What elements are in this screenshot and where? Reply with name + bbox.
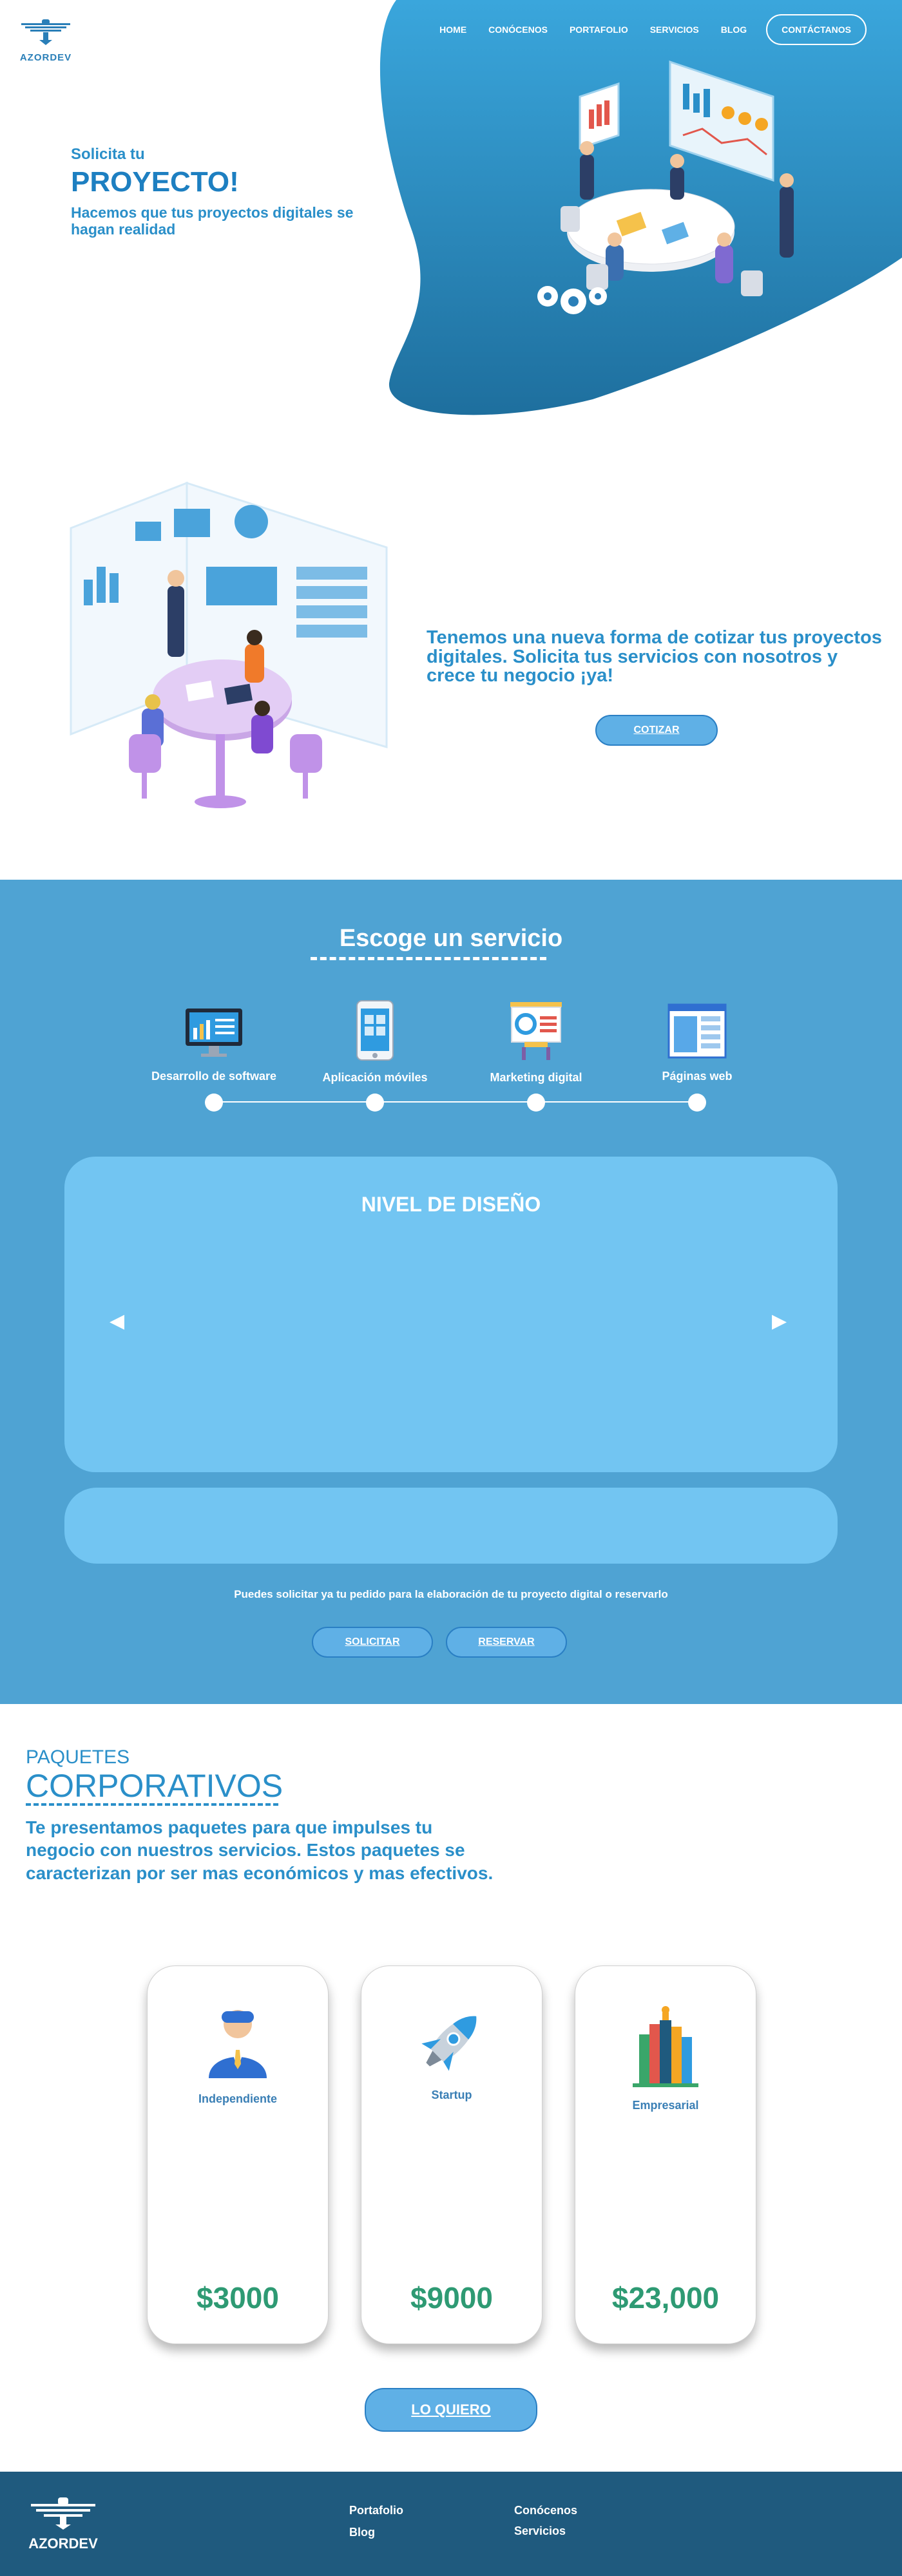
packages-title: CORPORATIVOS — [26, 1768, 283, 1804]
timeline-step-2[interactable] — [366, 1094, 384, 1112]
services-section: Escoge un servicio Desarrollo de softwar… — [0, 880, 902, 1704]
footer: AZORDEV Portafolio Blog Conócenos Servic… — [0, 2472, 902, 2576]
next-arrow-icon[interactable]: ▶ — [772, 1310, 787, 1332]
service-web[interactable]: Páginas web — [620, 1002, 774, 1083]
eagle-logo-icon — [21, 19, 70, 45]
nav-portafolio[interactable]: PORTAFOLIO — [570, 24, 628, 35]
monitor-chart-icon — [186, 1009, 242, 1057]
service-software[interactable]: Desarrollo de software — [137, 1006, 291, 1083]
timeline-step-3[interactable] — [527, 1094, 545, 1112]
smartphone-icon — [356, 1000, 394, 1061]
card-icon-wrap — [361, 2002, 542, 2079]
hero-kicker: Solicita tu — [71, 146, 145, 163]
timeline-step-4[interactable] — [688, 1094, 706, 1112]
rocket-icon — [421, 2016, 477, 2071]
footer-link-servicios[interactable]: Servicios — [514, 2524, 566, 2538]
quote-text: Tenemos una nueva forma de cotizar tus p… — [427, 627, 882, 687]
brand-logo[interactable]: AZORDEV — [17, 17, 75, 63]
footer-link-blog[interactable]: Blog — [349, 2526, 375, 2539]
contact-button[interactable]: CONTÁCTANOS — [766, 14, 867, 45]
reservar-button[interactable]: RESERVAR — [446, 1627, 567, 1658]
packages-title-underline — [26, 1803, 278, 1806]
service-marketing[interactable]: Marketing digital — [459, 999, 613, 1084]
package-price: $9000 — [410, 2281, 493, 2315]
eagle-logo-icon — [31, 2497, 95, 2530]
service-label: Aplicación móviles — [322, 1071, 428, 1084]
services-title-underline — [311, 957, 546, 960]
brand-name: AZORDEV — [19, 52, 72, 63]
selection-summary-panel — [64, 1488, 838, 1564]
hero-text: Solicita tu PROYECTO! Hacemos que tus pr… — [71, 146, 367, 238]
solicitar-button[interactable]: SOLICITAR — [312, 1627, 433, 1658]
nav-servicios[interactable]: SERVICIOS — [650, 24, 699, 35]
footer-brand-name: AZORDEV — [28, 2535, 98, 2552]
nav-blog[interactable]: BLOG — [721, 24, 747, 35]
businessman-icon — [209, 2010, 267, 2078]
hero-subtitle: Hacemos que tus proyectos digitales se h… — [71, 204, 354, 238]
package-name: Startup — [431, 2088, 472, 2101]
lo-quiero-button[interactable]: LO QUIERO — [365, 2388, 537, 2432]
service-label: Marketing digital — [490, 1071, 582, 1084]
package-card-empresarial[interactable]: Empresarial $23,000 — [575, 1965, 756, 2344]
footer-logo[interactable]: AZORDEV — [24, 2495, 102, 2552]
package-price: $3000 — [197, 2281, 279, 2315]
package-card-independiente[interactable]: Independiente $3000 — [147, 1965, 329, 2344]
package-name: Empresarial — [632, 2099, 699, 2112]
order-note: Puedes solicitar ya tu pedido para la el… — [234, 1588, 668, 1600]
packages-description: Te presentamos paquetes para que impulse… — [26, 1817, 494, 1883]
footer-link-conocenos[interactable]: Conócenos — [514, 2504, 577, 2517]
card-icon-wrap — [575, 2005, 756, 2088]
design-level-panel: NIVEL DE DISEÑO ◀ ▶ — [64, 1157, 838, 1472]
packages-kicker: PAQUETES — [26, 1747, 130, 1768]
package-name: Independiente — [198, 2092, 277, 2105]
nav-conocenos[interactable]: CONÓCENOS — [488, 24, 548, 35]
cotizar-button[interactable]: COTIZAR — [595, 715, 718, 746]
package-price: $23,000 — [611, 2281, 720, 2315]
service-label: Desarrollo de software — [151, 1070, 277, 1083]
service-label: Páginas web — [662, 1070, 733, 1083]
service-mobile[interactable]: Aplicación móviles — [298, 999, 452, 1084]
design-level-title: NIVEL DE DISEÑO — [361, 1193, 541, 1216]
timeline-step-1[interactable] — [205, 1094, 223, 1112]
presentation-board-icon — [510, 1002, 562, 1060]
buildings-icon — [633, 2006, 698, 2087]
browser-window-icon — [667, 1003, 727, 1059]
card-icon-wrap — [148, 2002, 328, 2079]
team-analytics-illustration — [70, 481, 388, 808]
hero-title: PROYECTO! — [71, 166, 239, 198]
hero-section: AZORDEV HOME CONÓCENOS PORTAFOLIO SERVIC… — [0, 0, 902, 425]
prev-arrow-icon[interactable]: ◀ — [110, 1310, 124, 1332]
main-nav: HOME CONÓCENOS PORTAFOLIO SERVICIOS BLOG… — [417, 14, 867, 45]
nav-home[interactable]: HOME — [439, 24, 466, 35]
footer-link-portafolio[interactable]: Portafolio — [349, 2504, 403, 2517]
services-title: Escoge un servicio — [339, 925, 563, 952]
package-card-startup[interactable]: Startup $9000 — [361, 1965, 542, 2344]
team-meeting-illustration — [537, 60, 794, 314]
service-timeline — [213, 1101, 697, 1103]
